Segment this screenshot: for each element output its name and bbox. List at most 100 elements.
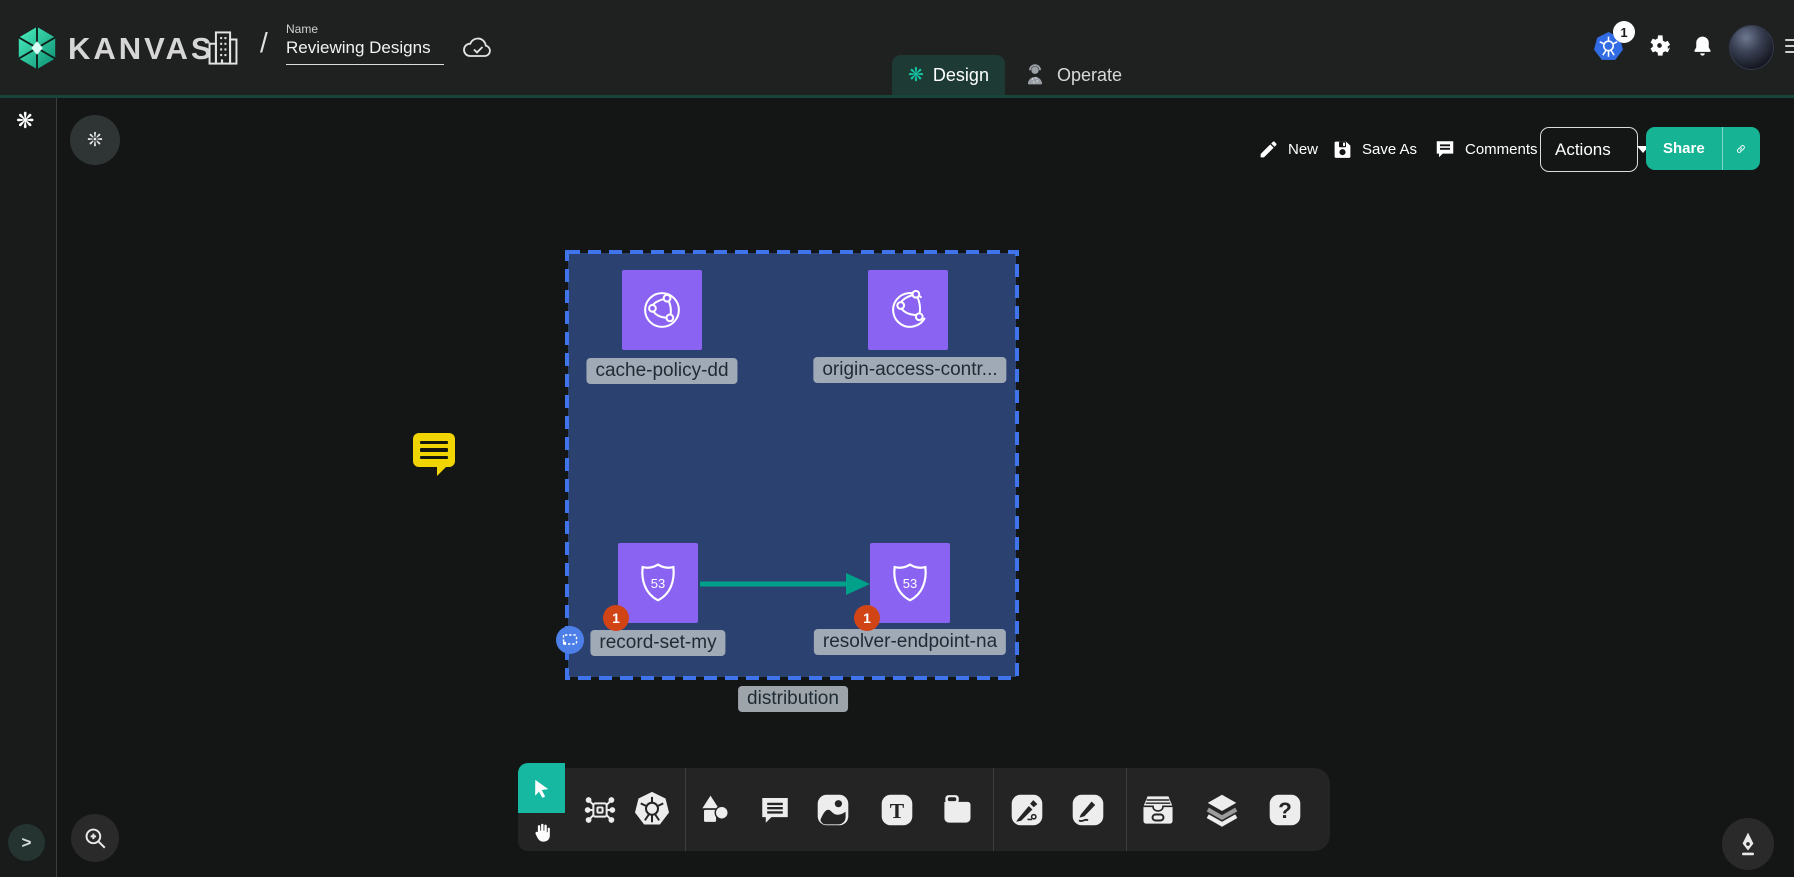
group-label[interactable]: distribution [738, 686, 848, 712]
help-icon: ? [1267, 792, 1303, 828]
tab-operate-label: Operate [1057, 65, 1122, 86]
save-as-button[interactable]: Save As [1332, 134, 1417, 164]
canvas-menu-flower-button[interactable]: ❊ [70, 115, 120, 165]
sidebar-expand-button[interactable]: > [8, 824, 45, 861]
issue-count-badge[interactable]: 1 [603, 605, 629, 631]
copy-link-icon[interactable] [1736, 138, 1746, 160]
tool-components-button[interactable] [574, 768, 626, 851]
flower-icon: ❊ [87, 131, 103, 150]
comments-button-label: Comments [1465, 141, 1538, 158]
tab-design[interactable]: ❋ Design [892, 55, 1005, 95]
text-icon: T [879, 792, 915, 828]
design-name-input[interactable] [286, 36, 444, 65]
design-name-label: Name [286, 22, 444, 36]
tool-board-button[interactable] [931, 768, 983, 851]
hand-icon [530, 821, 553, 844]
comment-pin-tail [437, 465, 448, 476]
dock-divider [685, 768, 686, 851]
save-icon [1332, 139, 1353, 160]
save-as-button-label: Save As [1362, 141, 1417, 158]
kubernetes-badge: 1 [1613, 21, 1635, 43]
new-button[interactable]: New [1258, 134, 1318, 164]
tool-comment-button[interactable] [749, 768, 801, 851]
dock-divider [993, 768, 994, 851]
tool-kubernetes-button[interactable] [626, 768, 678, 851]
zoom-in-button[interactable] [71, 814, 119, 862]
tab-design-label: Design [933, 65, 989, 86]
node-origin-access[interactable] [868, 270, 948, 350]
tab-operate[interactable]: Operate [1006, 55, 1138, 95]
settings-gear-icon[interactable] [1646, 32, 1673, 59]
route53-shield-icon: 53 [884, 557, 936, 609]
circuit-components-icon [581, 791, 619, 829]
shapes-icon [697, 792, 733, 828]
share-button-label: Share [1646, 140, 1722, 157]
share-split-button[interactable]: Share [1646, 127, 1760, 170]
svg-text:53: 53 [903, 576, 917, 591]
actions-split-button[interactable]: Actions [1540, 127, 1638, 172]
layers-icon [1203, 791, 1241, 829]
group-resize-handle[interactable] [556, 626, 584, 654]
top-bar: KANVAS / Name ❋ Design Ope [0, 0, 1794, 98]
user-avatar[interactable] [1729, 25, 1774, 70]
tool-layers-button[interactable] [1196, 768, 1248, 851]
globe-network-icon [881, 283, 935, 337]
app-title: KANVAS [68, 31, 215, 67]
operator-icon [1022, 61, 1048, 89]
chevron-right-icon: > [22, 833, 32, 853]
signature-pen-button[interactable] [1722, 818, 1774, 870]
node-label[interactable]: cache-policy-dd [586, 358, 737, 384]
tool-shapes-button[interactable] [689, 768, 741, 851]
comment-icon [1434, 138, 1456, 160]
comments-button[interactable]: Comments [1434, 134, 1538, 164]
board-icon [939, 792, 975, 828]
svg-text:53: 53 [651, 576, 665, 591]
node-label[interactable]: record-set-my [590, 630, 725, 656]
pencil-icon [1258, 139, 1279, 160]
tool-pan-hand-button[interactable] [518, 813, 565, 851]
meshery-spiral-icon[interactable]: ❋ [16, 110, 34, 132]
archive-drawer-icon [1138, 791, 1178, 829]
cloud-sync-icon[interactable] [462, 36, 494, 60]
organization-icon[interactable] [206, 29, 240, 67]
comment-pin-icon[interactable] [413, 433, 455, 467]
node-label[interactable]: origin-access-contr... [813, 357, 1006, 383]
dock-divider [1126, 768, 1127, 851]
breadcrumb-separator: / [260, 27, 268, 59]
tool-text-button[interactable]: T [871, 768, 923, 851]
actions-button-label: Actions [1541, 140, 1625, 160]
pen-tool-icon [1009, 792, 1045, 828]
svg-text:?: ? [1278, 798, 1292, 823]
node-cache-policy[interactable] [622, 270, 702, 350]
left-sidebar: ❋ > [0, 98, 57, 877]
cursor-icon [530, 777, 553, 800]
dashed-rect-icon [560, 630, 580, 650]
tool-image-button[interactable] [807, 768, 859, 851]
kubernetes-helm-icon [632, 790, 672, 830]
globe-network-icon [635, 283, 689, 337]
tool-archive-button[interactable] [1132, 768, 1184, 851]
tool-freehand-draw-button[interactable] [1062, 768, 1114, 851]
notifications-bell-icon[interactable] [1690, 33, 1715, 60]
edge-record-to-resolver[interactable] [698, 569, 874, 599]
tool-help-button[interactable]: ? [1259, 768, 1311, 851]
kanvas-app: KANVAS / Name ❋ Design Ope [0, 0, 1794, 877]
tool-pen-button[interactable] [1001, 768, 1053, 851]
design-name-field-group: Name [286, 22, 444, 65]
bottom-dock: T [565, 768, 1330, 851]
image-icon [815, 792, 851, 828]
design-spiral-icon: ❋ [908, 66, 924, 85]
magnifier-plus-icon [82, 825, 108, 851]
svg-text:T: T [890, 799, 905, 823]
kanvas-logo-icon[interactable] [14, 25, 60, 71]
node-resolver-endpoint[interactable]: 53 [870, 543, 950, 623]
issue-count-badge[interactable]: 1 [854, 605, 880, 631]
node-label[interactable]: resolver-endpoint-na [814, 629, 1006, 655]
route53-shield-icon: 53 [632, 557, 684, 609]
node-record-set[interactable]: 53 [618, 543, 698, 623]
overflow-menu-icon[interactable] [1785, 35, 1794, 57]
pen-nib-icon [1735, 831, 1761, 857]
tool-select-cursor-button[interactable] [518, 763, 565, 813]
freehand-draw-icon [1070, 792, 1106, 828]
comment-icon [758, 793, 792, 827]
